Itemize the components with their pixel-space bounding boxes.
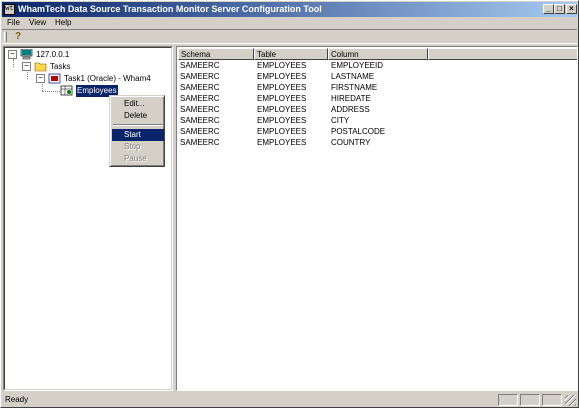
list-rows: SAMEERC EMPLOYEES EMPLOYEEID SAMEERC EMPLOY… [178,60,577,148]
collapse-icon[interactable]: − [8,50,17,59]
cell-column: CITY [331,116,350,125]
status-panel [498,394,518,406]
cell-table: EMPLOYEES [257,138,307,147]
context-menu-pause: Pause [124,154,147,163]
status-panel [542,394,562,406]
cell-schema: SAMEERC [180,61,220,70]
table-row[interactable]: SAMEERC EMPLOYEES COUNTRY [178,137,577,148]
tree-line [42,91,60,92]
tree-node-task1[interactable]: − Task1 (Oracle) - Wham4 [36,73,171,85]
context-menu-delete[interactable]: Delete [112,110,164,122]
cell-schema: SAMEERC [180,105,220,114]
menu-help[interactable]: Help [55,17,71,29]
table-row[interactable]: SAMEERC EMPLOYEES EMPLOYEEID [178,60,577,71]
cell-column: EMPLOYEEID [331,61,384,70]
status-panel [520,394,540,406]
cell-table: EMPLOYEES [257,105,307,114]
cell-table: EMPLOYEES [257,94,307,103]
window-title: WhamTech Data Source Transaction Monitor… [18,4,322,14]
toolbar: ? [2,29,577,44]
title-bar[interactable]: wt WhamTech Data Source Transaction Moni… [2,2,577,17]
oracle-task-icon [48,73,61,84]
cell-column: COUNTRY [331,138,371,147]
cell-table: EMPLOYEES [257,61,307,70]
collapse-icon[interactable]: − [36,74,45,83]
column-header-schema[interactable]: Schema [178,48,254,60]
status-text: Ready [5,395,29,404]
table-row[interactable]: SAMEERC EMPLOYEES FIRSTNAME [178,82,577,93]
resize-grip[interactable] [565,395,576,406]
cell-column: POSTALCODE [331,127,386,136]
columns-list-view[interactable]: Schema Table Column SAMEERC EMPLOYEES EMPL… [176,46,578,391]
column-header-filler [428,48,577,60]
context-menu: Edit... Delete Start Stop Pause [109,95,165,167]
tree-node-tasks[interactable]: − Tasks [22,61,162,73]
column-header-column[interactable]: Column [328,48,428,60]
cell-schema: SAMEERC [180,94,220,103]
collapse-icon[interactable]: − [22,62,31,71]
column-header-table[interactable]: Table [254,48,328,60]
cell-column: LASTNAME [331,72,375,81]
context-menu-separator [113,124,163,126]
table-icon [60,85,73,96]
context-menu-start[interactable]: Start [112,129,164,141]
cell-table: EMPLOYEES [257,116,307,125]
table-row[interactable]: SAMEERC EMPLOYEES HIREDATE [178,93,577,104]
menu-bar: File View Help [2,17,577,29]
menu-file[interactable]: File [7,17,20,29]
menu-view[interactable]: View [29,17,46,29]
cell-schema: SAMEERC [180,127,220,136]
tree-label-tasks: Tasks [50,62,71,71]
table-row[interactable]: SAMEERC EMPLOYEES CITY [178,115,577,126]
tree-node-server[interactable]: − 127.0.0.1 [8,48,168,61]
maximize-button[interactable]: □ [554,4,565,14]
cell-table: EMPLOYEES [257,83,307,92]
folder-icon [34,61,47,72]
app-icon: wt [4,4,15,15]
table-row[interactable]: SAMEERC EMPLOYEES ADDRESS [178,104,577,115]
context-menu-edit[interactable]: Edit... [112,98,164,110]
cell-column: ADDRESS [331,105,370,114]
cell-column: FIRSTNAME [331,83,378,92]
tree-label-task1: Task1 (Oracle) - Wham4 [64,74,151,83]
status-bar: Ready [2,392,577,407]
cell-column: HIREDATE [331,94,371,103]
toolbar-grip[interactable] [4,32,7,42]
table-row[interactable]: SAMEERC EMPLOYEES LASTNAME [178,71,577,82]
help-question-icon[interactable]: ? [12,31,24,43]
cell-table: EMPLOYEES [257,72,307,81]
cell-schema: SAMEERC [180,72,220,81]
cell-schema: SAMEERC [180,138,220,147]
close-button[interactable]: × [566,4,577,14]
cell-schema: SAMEERC [180,116,220,125]
cell-schema: SAMEERC [180,83,220,92]
table-row[interactable]: SAMEERC EMPLOYEES POSTALCODE [178,126,577,137]
minimize-button[interactable]: _ [543,4,554,14]
app-window: wt WhamTech Data Source Transaction Moni… [0,0,579,408]
context-menu-stop: Stop [124,142,141,151]
tree-label-server: 127.0.0.1 [36,50,70,59]
list-header: Schema Table Column [178,48,577,60]
computer-icon [20,48,33,60]
cell-table: EMPLOYEES [257,127,307,136]
